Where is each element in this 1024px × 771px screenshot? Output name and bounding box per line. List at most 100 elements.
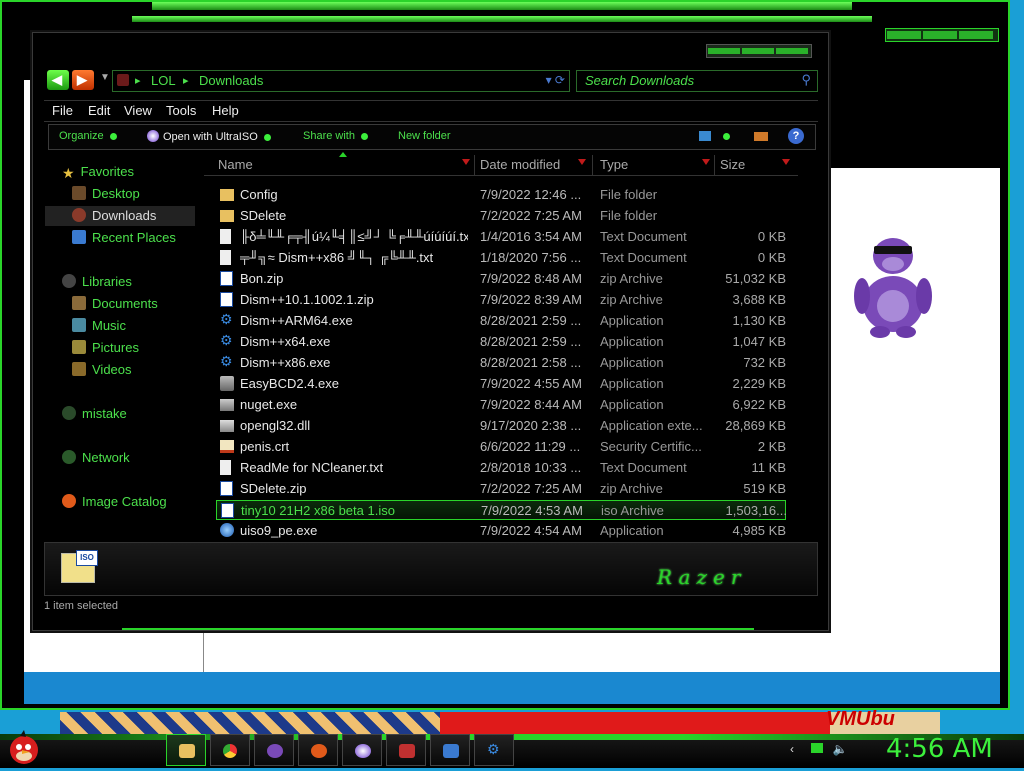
homegroup-icon: [62, 406, 76, 420]
column-divider[interactable]: [592, 155, 593, 175]
nav-network[interactable]: Network: [62, 450, 130, 470]
back-button[interactable]: ◀: [47, 70, 69, 90]
volume-icon[interactable]: 🔈: [833, 742, 848, 756]
menu-help[interactable]: Help: [212, 103, 239, 118]
network-tray-icon[interactable]: [811, 743, 824, 753]
nav-recent-label: Recent Places: [92, 230, 176, 245]
nav-mistake[interactable]: mistake: [62, 406, 127, 426]
desktop-left-text: do: [2, 682, 17, 697]
taskbar-chrome-button[interactable]: [210, 734, 250, 766]
recent-pages-dropdown[interactable]: ▼: [100, 72, 110, 83]
file-row[interactable]: EasyBCD2.4.exe 7/9/2022 4:55 AM Applicatio…: [216, 374, 786, 394]
organize-button[interactable]: Organize: [59, 130, 117, 142]
file-row[interactable]: ╟δ╧╙╨╒╤╢ú¼╙╡║≤╝┘ ╚╒╨╨úíúíúí.txt 1/4/2016 …: [216, 227, 786, 247]
file-date: 7/9/2022 8:39 AM: [480, 292, 582, 307]
nav-favorites[interactable]: ★ Favorites: [62, 164, 134, 184]
file-row[interactable]: Config 7/9/2022 12:46 ... File folder: [216, 185, 786, 205]
vertical-scrollbar[interactable]: [798, 152, 818, 540]
breadcrumb-downloads[interactable]: Downloads: [199, 73, 263, 88]
file-row[interactable]: ╤╜╗≈ Dism++x86 ╝╙┐ ╔╚╨╨.txt 1/18/2020 7:5…: [216, 248, 786, 268]
file-date: 7/9/2022 4:54 AM: [480, 523, 582, 538]
file-size: 51,032 KB: [725, 271, 786, 286]
nav-videos[interactable]: Videos: [72, 362, 132, 382]
file-row[interactable]: nuget.exe 7/9/2022 8:44 AM Application 6,92…: [216, 395, 786, 415]
breadcrumb-separator-icon[interactable]: ▸: [183, 74, 189, 87]
file-type: Application: [600, 313, 664, 328]
breadcrumb-separator-icon[interactable]: ▸: [135, 74, 141, 87]
file-row[interactable]: uiso9_pe.exe 7/9/2022 4:54 AM Application 4…: [216, 521, 786, 541]
bonzi-buddy-character[interactable]: [850, 232, 936, 342]
column-name[interactable]: Name: [218, 157, 253, 172]
gear-icon: ⚙: [220, 332, 233, 347]
search-icon[interactable]: ⚲: [801, 72, 811, 88]
taskbar-explorer-button[interactable]: [166, 734, 206, 766]
column-divider[interactable]: [714, 155, 715, 175]
refresh-icon[interactable]: ▾ ⟳: [546, 73, 565, 87]
taskbar-image-catalog-button[interactable]: [298, 734, 338, 766]
start-button[interactable]: [6, 728, 42, 768]
file-date: 7/9/2022 4:55 AM: [480, 376, 582, 391]
nav-downloads[interactable]: Downloads: [45, 206, 195, 226]
nav-music-label: Music: [92, 318, 126, 333]
open-with-ultraiso-button[interactable]: Open with UltraISO: [147, 130, 271, 143]
column-type[interactable]: Type: [600, 157, 628, 172]
file-name: Config: [240, 187, 278, 202]
file-row[interactable]: ⚙ Dism++x64.exe 8/28/2021 2:59 ... Applicat…: [216, 332, 786, 352]
file-row-selected[interactable]: tiny10 21H2 x86 beta 1.iso 7/9/2022 4:53 …: [216, 500, 787, 520]
search-input[interactable]: Search Downloads ⚲: [576, 70, 818, 92]
file-row[interactable]: penis.crt 6/6/2022 11:29 ... Security Cert…: [216, 437, 786, 457]
column-size-dropdown-icon[interactable]: [782, 159, 790, 165]
menu-tools[interactable]: Tools: [166, 103, 196, 118]
column-name-dropdown-icon[interactable]: [462, 159, 470, 165]
file-row[interactable]: ⚙ Dism++x86.exe 8/28/2021 2:58 ... Applicat…: [216, 353, 786, 373]
tray-arrow-icon[interactable]: ‹: [790, 742, 794, 756]
nav-libraries[interactable]: Libraries: [62, 274, 132, 294]
network-icon: [62, 450, 76, 464]
breadcrumb-lol[interactable]: LOL: [151, 73, 176, 88]
file-row[interactable]: ReadMe for NCleaner.txt 2/8/2018 10:33 ..…: [216, 458, 786, 478]
nav-network-label: Network: [82, 450, 130, 465]
file-row[interactable]: Bon.zip 7/9/2022 8:48 AM zip Archive 51,032…: [216, 269, 786, 289]
file-row[interactable]: SDelete.zip 7/2/2022 7:25 AM zip Archive 51…: [216, 479, 786, 499]
background-window-caption-buttons[interactable]: [885, 28, 999, 42]
column-divider[interactable]: [474, 155, 475, 175]
taskbar-clock[interactable]: 4:56 AM: [886, 734, 993, 764]
menu-view[interactable]: View: [124, 103, 152, 118]
nav-pictures[interactable]: Pictures: [72, 340, 139, 360]
nav-desktop[interactable]: Desktop: [72, 186, 140, 206]
column-size[interactable]: Size: [720, 157, 745, 172]
forward-button[interactable]: ▶: [72, 70, 94, 90]
window-caption-buttons[interactable]: [706, 44, 812, 58]
column-date-dropdown-icon[interactable]: [578, 159, 586, 165]
help-icon[interactable]: ?: [788, 128, 804, 144]
file-row[interactable]: SDelete 7/2/2022 7:25 AM File folder: [216, 206, 786, 226]
column-date[interactable]: Date modified: [480, 157, 560, 172]
file-date: 1/4/2016 3:54 AM: [480, 229, 582, 244]
file-row[interactable]: Dism++10.1.1002.1.zip 7/9/2022 8:39 AM zip…: [216, 290, 786, 310]
file-row[interactable]: ⚙ Dism++ARM64.exe 8/28/2021 2:59 ... Applic…: [216, 311, 786, 331]
taskbar-bonzi-button[interactable]: [254, 734, 294, 766]
menu-edit[interactable]: Edit: [88, 103, 110, 118]
file-type: Text Document: [600, 460, 687, 475]
nav-documents[interactable]: Documents: [72, 296, 158, 316]
nav-image-catalog[interactable]: Image Catalog: [62, 494, 167, 514]
menu-file[interactable]: File: [52, 103, 73, 118]
preview-pane-icon[interactable]: [754, 132, 768, 141]
new-folder-button[interactable]: New folder: [398, 130, 451, 142]
file-name: opengl32.dll: [240, 418, 311, 433]
view-options-icon[interactable]: [699, 131, 711, 141]
nav-pictures-label: Pictures: [92, 340, 139, 355]
taskbar-window-button[interactable]: [430, 734, 470, 766]
nav-recent-places[interactable]: Recent Places: [72, 230, 176, 250]
address-bar[interactable]: ▸ LOL ▸ Downloads ▾ ⟳: [112, 70, 570, 92]
file-row[interactable]: opengl32.dll 9/17/2020 2:38 ... Applicatio…: [216, 416, 786, 436]
dropdown-dot-icon: [263, 133, 271, 141]
view-dropdown-dot-icon[interactable]: [723, 133, 730, 140]
taskbar-dism-button[interactable]: ⚙: [474, 734, 514, 766]
file-date: 8/28/2021 2:59 ...: [480, 313, 582, 328]
nav-music[interactable]: Music: [72, 318, 126, 338]
column-type-dropdown-icon[interactable]: [702, 159, 710, 165]
taskbar-ultraiso-button[interactable]: [342, 734, 382, 766]
taskbar-app-button[interactable]: [386, 734, 426, 766]
share-with-button[interactable]: Share with: [303, 130, 368, 142]
